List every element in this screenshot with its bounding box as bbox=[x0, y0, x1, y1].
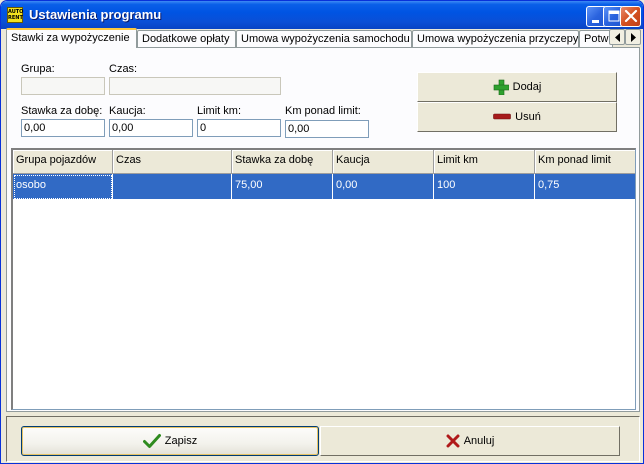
checkmark-icon bbox=[142, 434, 161, 448]
settings-window: AUTO RENT Ustawienia programu Stawki za … bbox=[0, 0, 644, 464]
column-header[interactable]: Stawka za dobę bbox=[232, 150, 333, 174]
cell-grupa[interactable]: osobo bbox=[13, 174, 113, 200]
tab-scroll-right[interactable] bbox=[625, 29, 641, 45]
cancel-button[interactable]: Anuluj bbox=[320, 426, 620, 456]
tab-umowa-samochodu[interactable]: Umowa wypożyczenia samochodu bbox=[236, 30, 412, 47]
column-header[interactable]: Limit km bbox=[434, 150, 535, 174]
czas-label: Czas: bbox=[109, 63, 138, 75]
km-ponad-limit-field[interactable]: 0,00 bbox=[285, 120, 369, 138]
window-title: Ustawienia programu bbox=[29, 7, 162, 22]
grupa-field[interactable] bbox=[21, 77, 105, 95]
tab-label: Dodatkowe opłaty bbox=[142, 33, 230, 45]
czas-field[interactable] bbox=[109, 77, 281, 95]
cell-km-ponad[interactable]: 0,75 bbox=[535, 174, 635, 200]
chevron-left-icon bbox=[615, 33, 620, 42]
tab-strip: Stawki za wypożyczenie Dodatkowe opłaty … bbox=[6, 28, 641, 48]
save-button[interactable]: Zapisz bbox=[21, 426, 319, 456]
tab-label: Umowa wypożyczenia samochodu bbox=[241, 33, 410, 45]
cell-limit[interactable]: 100 bbox=[434, 174, 535, 200]
remove-button-label: Usuń bbox=[515, 111, 541, 123]
rates-table[interactable]: Grupa pojazdów Czas Stawka za dobę Kaucj… bbox=[11, 148, 636, 410]
grupa-label: Grupa: bbox=[21, 63, 55, 75]
tab-label: Stawki za wypożyczenie bbox=[11, 32, 130, 44]
close-icon bbox=[624, 9, 638, 23]
minus-icon bbox=[493, 113, 511, 120]
tab-dodatkowe-oplaty[interactable]: Dodatkowe opłaty bbox=[137, 30, 236, 47]
add-button-label: Dodaj bbox=[512, 81, 542, 93]
table-row[interactable]: osobo 75,00 0,00 100 0,75 bbox=[13, 174, 635, 200]
save-button-label: Zapisz bbox=[164, 435, 198, 447]
table-header: Grupa pojazdów Czas Stawka za dobę Kaucj… bbox=[13, 150, 635, 174]
plus-icon bbox=[493, 79, 509, 95]
km-ponad-limit-label: Km ponad limit: bbox=[285, 105, 361, 117]
stawka-label: Stawka za dobę: bbox=[21, 105, 103, 117]
app-logo-icon: AUTO RENT bbox=[7, 7, 24, 23]
x-icon bbox=[446, 434, 460, 448]
remove-button[interactable]: Usuń bbox=[417, 102, 617, 132]
tab-potw[interactable]: Potw bbox=[579, 30, 613, 47]
column-header[interactable]: Czas bbox=[113, 150, 232, 174]
limit-km-label: Limit km: bbox=[197, 105, 241, 117]
limit-km-field[interactable]: 0 bbox=[197, 119, 281, 137]
tab-label: Umowa wypożyczenia przyczepy bbox=[417, 33, 579, 45]
column-header[interactable]: Grupa pojazdów bbox=[13, 150, 113, 174]
add-button[interactable]: Dodaj bbox=[417, 72, 617, 102]
cell-czas[interactable] bbox=[113, 174, 232, 200]
kaucja-field[interactable]: 0,00 bbox=[109, 119, 193, 137]
title-bar[interactable]: AUTO RENT Ustawienia programu bbox=[1, 1, 643, 29]
kaucja-label: Kaucja: bbox=[109, 105, 146, 117]
cell-kaucja[interactable]: 0,00 bbox=[333, 174, 434, 200]
stawka-field[interactable]: 0,00 bbox=[21, 119, 105, 137]
cancel-button-label: Anuluj bbox=[463, 435, 495, 447]
tab-umowa-przyczepy[interactable]: Umowa wypożyczenia przyczepy bbox=[412, 30, 579, 47]
column-header[interactable]: Km ponad limit bbox=[535, 150, 635, 174]
tab-label: Potw bbox=[584, 33, 609, 45]
close-button[interactable] bbox=[620, 6, 641, 27]
column-header[interactable]: Kaucja bbox=[333, 150, 434, 174]
tab-scroll-left[interactable] bbox=[609, 29, 625, 45]
chevron-right-icon bbox=[631, 33, 636, 42]
tab-stawki[interactable]: Stawki za wypożyczenie bbox=[6, 28, 137, 48]
cell-stawka[interactable]: 75,00 bbox=[232, 174, 333, 200]
